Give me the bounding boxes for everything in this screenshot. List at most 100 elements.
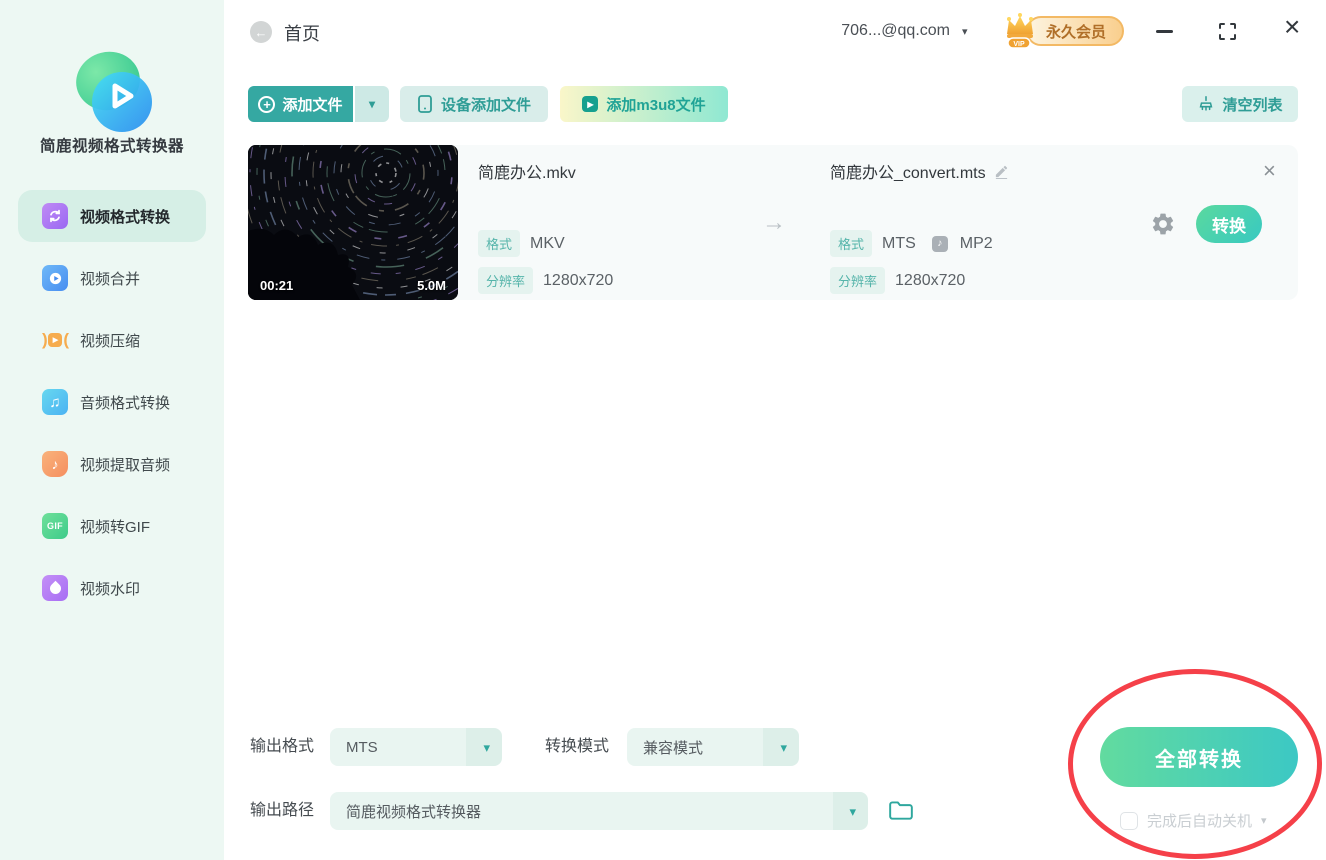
chevron-down-icon: ▾ [483, 740, 490, 755]
sidebar-item-label: 视频合并 [80, 270, 141, 288]
source-file-name: 简鹿办公.mkv [478, 165, 576, 182]
resolution-badge: 分辨率 [478, 267, 534, 294]
sidebar: 简鹿视频格式转换器 视频格式转换 视频合并 ) ▶( 视频压缩 ♫ 音频格式转换… [0, 0, 224, 860]
play-icon [112, 83, 134, 109]
auto-shutdown-checkbox[interactable] [1120, 811, 1138, 830]
account-caret-icon[interactable]: ▾ [962, 25, 968, 38]
convert-mode-select[interactable]: 兼容模式 ▾ [627, 728, 799, 766]
sidebar-item-video-convert[interactable]: 视频格式转换 [18, 190, 206, 242]
chevron-down-icon: ▾ [780, 740, 787, 755]
maximize-icon [1219, 23, 1236, 40]
vip-badge[interactable]: VIP 永久会员 [1002, 12, 1125, 50]
convert-mode-value: 兼容模式 [643, 739, 704, 757]
sidebar-item-video-watermark[interactable]: 视频水印 [18, 562, 206, 614]
video-size: 5.0M [417, 278, 446, 293]
edit-pencil-icon[interactable] [994, 164, 1009, 179]
convert-all-button[interactable]: 全部转换 [1100, 727, 1298, 787]
output-format-value: MTS [346, 738, 378, 756]
target-resolution-value: 1280x720 [895, 271, 966, 289]
target-file-name: 简鹿办公_convert.mts [830, 165, 986, 182]
vip-label: 永久会员 [1026, 16, 1125, 46]
page-title: 首页 [284, 24, 320, 44]
sidebar-item-audio-convert[interactable]: ♫ 音频格式转换 [18, 376, 206, 428]
target-resolution-row: 分辨率 1280x720 [830, 267, 965, 294]
vip-crown-icon: VIP [1002, 12, 1038, 50]
source-format-value: MKV [530, 234, 565, 252]
extract-audio-icon: ♪ [42, 451, 68, 477]
sidebar-item-label: 视频压缩 [80, 332, 141, 350]
svg-text:VIP: VIP [1013, 41, 1025, 48]
convert-button[interactable]: 转换 [1196, 205, 1262, 243]
sidebar-item-label: 视频格式转换 [80, 208, 171, 226]
output-format-select[interactable]: MTS ▾ [330, 728, 502, 766]
remove-file-button[interactable]: × [1263, 160, 1276, 182]
account-email[interactable]: 706...@qq.com [830, 22, 950, 40]
target-audio-format-value: MP2 [959, 234, 993, 252]
sidebar-item-video-compress[interactable]: ) ▶( 视频压缩 [18, 314, 206, 366]
sidebar-item-extract-audio[interactable]: ♪ 视频提取音频 [18, 438, 206, 490]
back-button[interactable]: ← [250, 21, 272, 43]
sidebar-item-label: 视频转GIF [80, 518, 150, 536]
maximize-button[interactable] [1219, 23, 1236, 45]
clear-list-button[interactable]: 清空列表 [1182, 86, 1298, 122]
chevron-down-icon[interactable]: ▾ [1261, 814, 1267, 827]
sidebar-item-label: 视频提取音频 [80, 456, 171, 474]
clear-list-label: 清空列表 [1222, 96, 1283, 114]
video-thumbnail[interactable]: 00:21 5.0M [248, 145, 458, 300]
format-badge: 格式 [830, 230, 873, 257]
phone-icon [418, 95, 432, 113]
add-m3u8-label: 添加m3u8文件 [606, 96, 706, 114]
auto-shutdown-label: 完成后自动关机 [1147, 813, 1253, 830]
minimize-button[interactable] [1156, 30, 1173, 33]
sidebar-item-label: 视频水印 [80, 580, 141, 598]
video-watermark-icon [42, 575, 68, 601]
audio-note-icon: ♪ [931, 235, 948, 252]
convert-mode-label: 转换模式 [545, 738, 610, 755]
video-duration: 00:21 [260, 278, 294, 293]
source-resolution-row: 分辨率 1280x720 [478, 267, 613, 294]
output-format-label: 输出格式 [250, 738, 315, 755]
file-row: 00:21 5.0M 简鹿办公.mkv 格式 MKV 分辨率 1280x720 … [248, 145, 1298, 300]
target-file-name-row: 简鹿办公_convert.mts [830, 159, 1009, 183]
output-path-value: 简鹿视频格式转换器 [346, 803, 482, 821]
app-logo [69, 45, 152, 136]
sidebar-menu: 视频格式转换 视频合并 )▶( 视频压缩 ♫ 音频格式转换 ♪ 视频提取音频 [18, 190, 206, 624]
folder-icon [889, 801, 913, 820]
video-convert-icon [42, 203, 68, 229]
source-format-row: 格式 MKV [478, 230, 565, 257]
add-file-button[interactable]: + 添加文件 [248, 86, 353, 122]
add-file-label: 添加文件 [282, 96, 343, 114]
target-format-value: MTS [882, 234, 916, 252]
auto-shutdown-row: 完成后自动关机 ▾ [1120, 810, 1267, 831]
sidebar-item-video-to-gif[interactable]: GIF 视频转GIF [18, 500, 206, 552]
output-path-select[interactable]: 简鹿视频格式转换器 ▾ [330, 792, 868, 830]
add-m3u8-button[interactable]: ▶ 添加m3u8文件 [560, 86, 728, 122]
app-title: 简鹿视频格式转换器 [39, 138, 184, 155]
broom-icon [1200, 96, 1213, 111]
close-button[interactable]: × [1284, 13, 1300, 41]
video-merge-icon [42, 265, 68, 291]
file-settings-button[interactable] [1150, 211, 1176, 237]
back-arrow-icon: ← [254, 24, 268, 40]
add-from-device-button[interactable]: 设备添加文件 [400, 86, 548, 122]
open-folder-button[interactable] [888, 798, 914, 827]
sidebar-item-video-merge[interactable]: 视频合并 [18, 252, 206, 304]
add-from-device-label: 设备添加文件 [440, 96, 531, 114]
source-resolution-value: 1280x720 [543, 271, 614, 289]
resolution-badge: 分辨率 [830, 267, 886, 294]
add-file-dropdown-button[interactable]: ▾ [355, 86, 389, 122]
app-window: 简鹿视频格式转换器 视频格式转换 视频合并 ) ▶( 视频压缩 ♫ 音频格式转换… [0, 0, 1326, 860]
arrow-right-icon: → [762, 209, 786, 236]
video-to-gif-icon: GIF [42, 513, 68, 539]
audio-convert-icon: ♫ [42, 389, 68, 415]
video-compress-icon: ) ▶( [42, 330, 69, 349]
m3u8-file-icon: ▶ [582, 96, 599, 112]
output-path-label: 输出路径 [250, 802, 315, 819]
chevron-down-icon: ▾ [849, 804, 856, 819]
chevron-down-icon: ▾ [368, 97, 376, 111]
plus-icon: + [258, 95, 276, 113]
gear-icon [1152, 213, 1174, 235]
target-format-row: 格式 MTS ♪ MP2 [830, 230, 993, 257]
format-badge: 格式 [478, 230, 521, 257]
sidebar-item-label: 音频格式转换 [80, 394, 171, 412]
